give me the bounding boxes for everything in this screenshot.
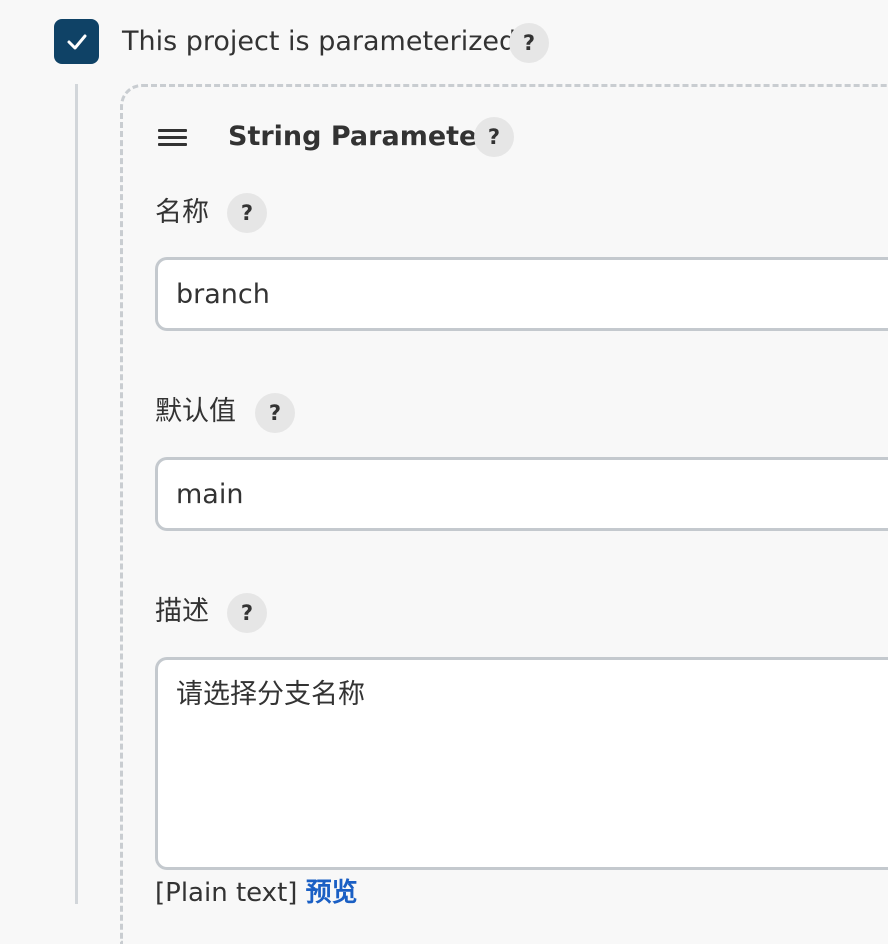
parameterized-help-icon[interactable]: ? xyxy=(509,23,549,63)
description-help-icon[interactable]: ? xyxy=(227,593,267,633)
section-rail xyxy=(75,84,78,904)
parameterized-checkbox[interactable] xyxy=(54,19,99,64)
drag-handle-icon[interactable] xyxy=(158,127,188,149)
name-help-icon[interactable]: ? xyxy=(227,193,267,233)
default-value-input[interactable] xyxy=(155,457,888,531)
parameter-type-title: String Parameter xyxy=(228,121,491,152)
name-input[interactable] xyxy=(155,257,888,331)
parameterized-label[interactable]: This project is parameterized xyxy=(122,21,516,63)
name-field-label: 名称 xyxy=(155,197,209,228)
default-value-label: 默认值 xyxy=(155,396,236,427)
description-label: 描述 xyxy=(155,596,209,627)
default-value-help-icon[interactable]: ? xyxy=(255,393,295,433)
parameter-type-help-icon[interactable]: ? xyxy=(474,117,514,157)
description-format-row: [Plain text] 预览 xyxy=(155,873,358,913)
checkmark-icon xyxy=(67,34,86,49)
description-textarea[interactable]: 请选择分支名称 xyxy=(155,657,888,870)
